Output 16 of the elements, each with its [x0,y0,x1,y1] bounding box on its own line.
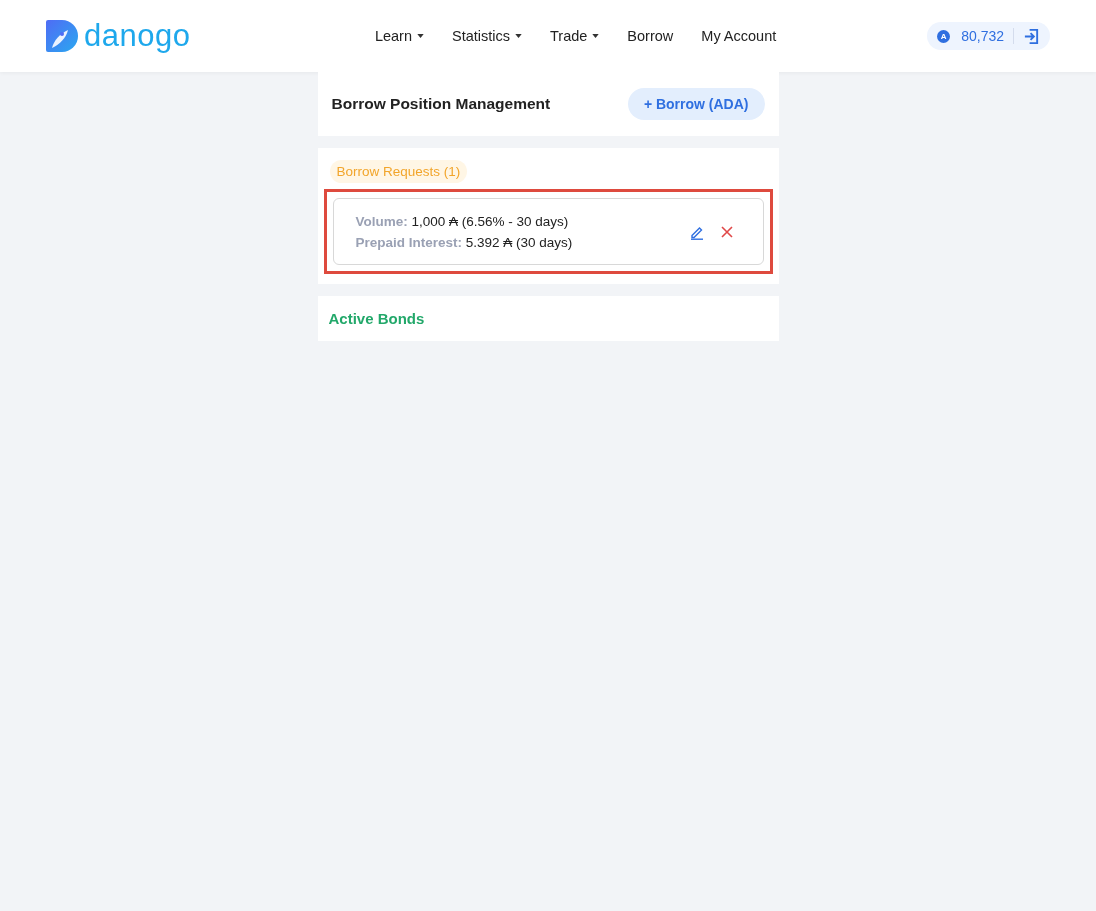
section-title: Active Bonds [328,310,426,327]
wallet-pill[interactable]: A 80,732 [927,22,1050,50]
nav-link[interactable]: Learn [374,28,424,44]
request-detail: Volume: 1,000 ₳ (6.56% - 30 days) [355,213,570,231]
pencil-icon[interactable] [688,224,705,240]
nav-link[interactable]: Trade [550,28,600,44]
logout-icon[interactable] [1023,27,1040,45]
wallet-balance: 80,732 [961,28,1004,44]
request-detail: Prepaid Interest: 5.392 ₳ (30 days) [355,234,573,252]
section-title: Borrow Position Management [331,95,551,113]
borrow-button[interactable]: + Borrow (ADA) [627,88,765,120]
nav-link[interactable]: Borrow [627,28,674,44]
close-icon[interactable] [720,226,733,238]
nav-link[interactable]: My Account [701,28,777,44]
coin-icon: A [937,29,951,43]
nav-link[interactable]: Statistics [452,28,522,44]
